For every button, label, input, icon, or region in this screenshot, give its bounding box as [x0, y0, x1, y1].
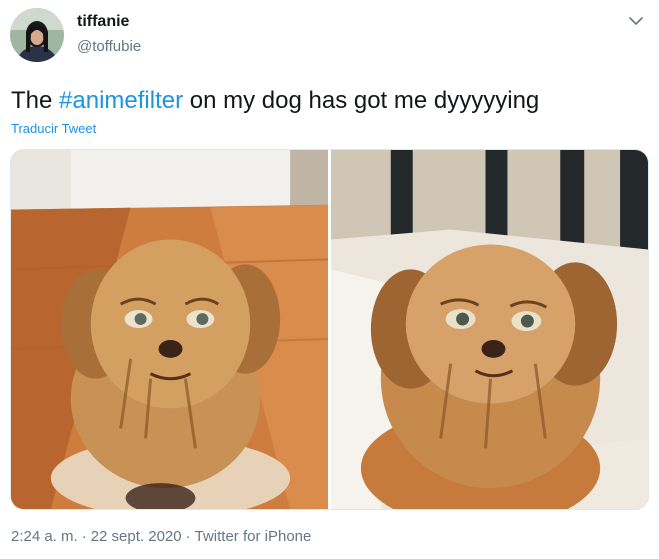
tweet-time[interactable]: 2:24 a. m. [11, 528, 78, 545]
meta-separator: · [81, 528, 87, 545]
meta-separator: · [185, 528, 191, 545]
tweet-source[interactable]: Twitter for iPhone [195, 528, 312, 545]
tweet-text: The #animefilter on my dog has got me dy… [11, 86, 539, 116]
tweet-date[interactable]: 22 sept. 2020 [91, 528, 182, 545]
photo-dog-right[interactable] [331, 150, 648, 509]
media-grid [10, 149, 649, 510]
tweet-text-start: The [11, 87, 60, 114]
hashtag-link[interactable]: #animefilter [59, 87, 183, 114]
chevron-down-icon[interactable] [627, 12, 645, 30]
avatar[interactable] [10, 8, 64, 62]
photo-dog-left[interactable] [11, 150, 328, 509]
tweet: tiffanie @toffubie The #animefilter on m… [0, 0, 659, 559]
tweet-meta: 2:24 a. m. · 22 sept. 2020 · Twitter for iPh… [11, 528, 311, 545]
translate-tweet-link[interactable]: Traducir Tweet [11, 121, 96, 136]
author-name[interactable]: tiffanie [77, 13, 129, 31]
tweet-text-end: on my dog has got me dyyyyying [183, 87, 540, 114]
author-handle[interactable]: @toffubie [77, 38, 141, 55]
